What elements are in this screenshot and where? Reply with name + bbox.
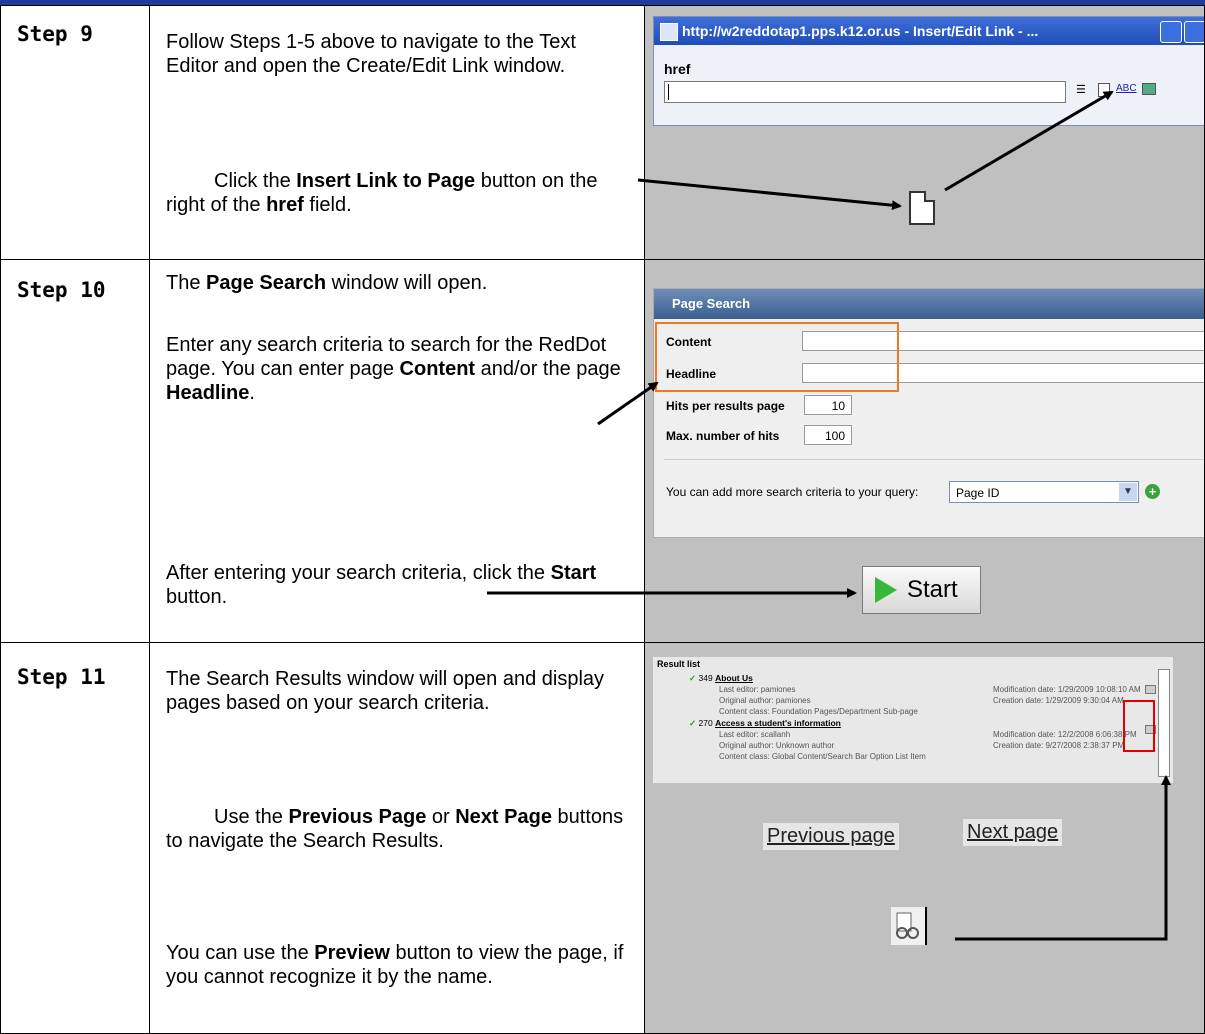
checkmark-icon: ✓	[689, 718, 697, 728]
next-page-button[interactable]: Next page	[963, 819, 1063, 846]
screenshot-page-search: Page Search Content Headline Hits per re…	[644, 259, 1205, 643]
result-meta: Last editor: scallanh	[719, 730, 791, 739]
add-criteria-icon[interactable]: +	[1145, 484, 1160, 499]
dialog-title: http://w2reddotap1.pps.k12.or.us - Inser…	[682, 23, 1039, 39]
abc-anchor-icon[interactable]: ABC	[1116, 83, 1137, 94]
add-criteria-note: You can add more search criteria to your…	[666, 485, 919, 499]
insert-link-to-page-icon-enlarged	[909, 191, 935, 225]
insert-link-to-page-icon[interactable]	[1098, 83, 1110, 97]
step-cell-11: Step 11	[0, 642, 150, 1034]
play-icon	[875, 577, 897, 603]
criteria-select-value: Page ID	[956, 486, 1000, 500]
step-cell-10: Step 10	[0, 259, 150, 643]
instruction-paragraph: Use the Previous Page or Next Page butto…	[166, 806, 624, 852]
instruction-paragraph: You can use the Preview button to view t…	[166, 942, 624, 988]
insert-link-dialog: http://w2reddotap1.pps.k12.or.us - Inser…	[653, 16, 1204, 126]
highlight-box	[655, 322, 899, 392]
step-cell-9: Step 9	[0, 5, 150, 260]
step-label: Step 10	[17, 278, 106, 302]
instructions-cell-9: Follow Steps 1-5 above to navigate to th…	[149, 5, 645, 260]
browser-icon	[660, 23, 678, 41]
instruction-table: Step 9 Follow Steps 1-5 above to navigat…	[0, 5, 1205, 1034]
max-hits-input[interactable]: 100	[804, 425, 852, 445]
result-meta: Creation date: 1/29/2009 9:30:04 AM	[993, 696, 1124, 705]
href-label: href	[664, 61, 691, 77]
instructions-cell-10: The Page Search window will open. Enter …	[149, 259, 645, 643]
result-meta: Original author: Unknown author	[719, 741, 835, 750]
instructions-cell-11: The Search Results window will open and …	[149, 642, 645, 1034]
result-meta: Modification date: 1/29/2009 10:08:10 AM	[993, 685, 1141, 694]
start-button[interactable]: Start	[862, 566, 981, 614]
result-meta: Last editor: pamiones	[719, 685, 796, 694]
hits-per-page-label: Hits per results page	[666, 399, 785, 413]
dialog-titlebar: http://w2reddotap1.pps.k12.or.us - Inser…	[654, 17, 1204, 45]
result-list: Result list ✓ 349 About Us Last editor: …	[653, 657, 1173, 783]
step-label: Step 9	[17, 22, 93, 46]
instruction-paragraph: Follow Steps 1-5 above to navigate to th…	[166, 31, 576, 77]
href-input[interactable]	[664, 81, 1066, 103]
text-caret	[668, 84, 669, 100]
minimize-button[interactable]	[1160, 21, 1182, 43]
instruction-paragraph: Click the Insert Link to Page button on …	[166, 170, 598, 216]
instruction-paragraph: Enter any search criteria to search for …	[166, 334, 621, 404]
chevron-down-icon[interactable]: ▼	[1119, 483, 1137, 501]
screenshot-insert-link: http://w2reddotap1.pps.k12.or.us - Inser…	[644, 5, 1205, 260]
instruction-paragraph: After entering your search criteria, cli…	[166, 562, 597, 608]
screenshot-search-results: Result list ✓ 349 About Us Last editor: …	[644, 642, 1205, 1034]
highlight-box	[1123, 700, 1155, 752]
result-meta: Modification date: 12/2/2008 6:06:38 PM	[993, 730, 1137, 739]
panel-title: Page Search	[654, 289, 1204, 319]
preview-glasses-icon	[896, 912, 919, 939]
instruction-paragraph: The Search Results window will open and …	[166, 668, 605, 714]
link-options-icon[interactable]: ☰	[1076, 83, 1086, 96]
criteria-select[interactable]: Page ID ▼	[949, 481, 1139, 503]
preview-icon[interactable]	[1145, 685, 1156, 694]
result-meta: Original author: pamiones	[719, 696, 811, 705]
hits-per-page-input[interactable]: 10	[804, 395, 852, 415]
max-hits-label: Max. number of hits	[666, 429, 780, 443]
result-meta: Content class: Foundation Pages/Departme…	[719, 707, 918, 716]
result-meta: Content class: Global Content/Search Bar…	[719, 752, 926, 761]
divider	[664, 459, 1204, 460]
result-meta: Creation date: 9/27/2008 2:38:37 PM	[993, 741, 1125, 750]
previous-page-button[interactable]: Previous page	[763, 823, 899, 850]
result-row-1[interactable]: ✓ 349 About Us	[689, 673, 753, 684]
scrollbar[interactable]	[1158, 669, 1170, 777]
image-icon[interactable]	[1142, 83, 1156, 95]
maximize-button[interactable]	[1184, 21, 1204, 43]
start-button-label: Start	[907, 576, 958, 603]
instruction-paragraph: The Page Search window will open.	[166, 272, 488, 294]
preview-button-enlarged	[891, 907, 927, 945]
step-label: Step 11	[17, 665, 106, 689]
checkmark-icon: ✓	[689, 673, 697, 683]
result-row-2[interactable]: ✓ 270 Access a student's information	[689, 718, 841, 729]
result-list-title: Result list	[657, 659, 701, 669]
